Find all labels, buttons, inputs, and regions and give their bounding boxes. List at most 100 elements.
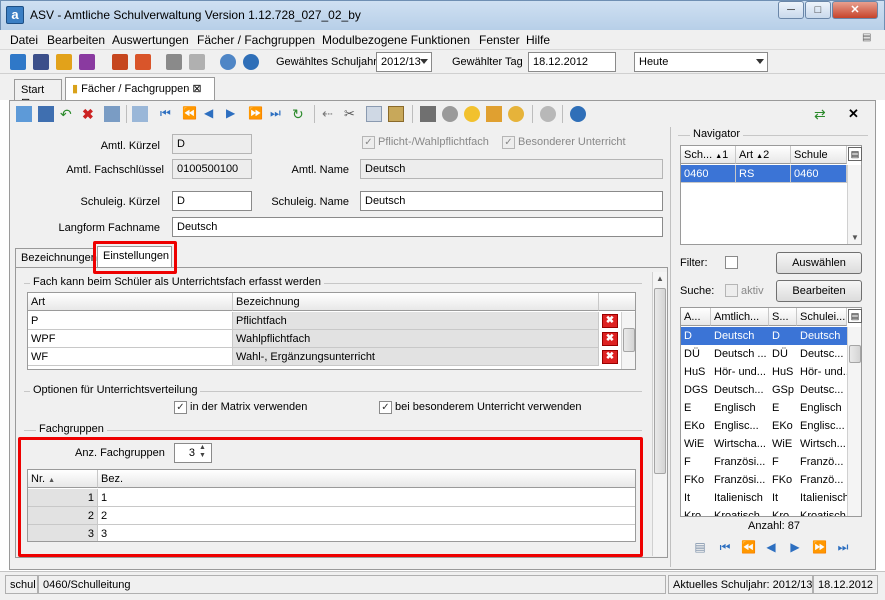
column-chooser-icon[interactable]: ▤	[848, 309, 862, 323]
copy-data-icon[interactable]	[166, 54, 182, 70]
list-cell[interactable]: It	[681, 489, 711, 507]
list-cell[interactable]: Deutsc...	[797, 381, 847, 399]
scroll-thumb[interactable]	[654, 288, 666, 474]
help-icon[interactable]	[570, 106, 586, 122]
list-cell[interactable]: WiE	[681, 435, 711, 453]
scroll-down-icon[interactable]: ▼	[848, 233, 861, 242]
list-cell[interactable]: EKo	[769, 417, 797, 435]
matrix-checkbox[interactable]: ✓	[174, 401, 187, 414]
list-cell[interactable]: D	[681, 327, 711, 345]
table-cell[interactable]: WPF	[28, 330, 233, 348]
first-icon[interactable]: ⏮	[160, 106, 176, 122]
suche-aktiv-checkbox[interactable]	[725, 284, 738, 297]
report-icon[interactable]	[112, 54, 128, 70]
new-icon[interactable]	[16, 106, 32, 122]
list-cell[interactable]: D	[769, 327, 797, 345]
list-cell[interactable]: Italienisch	[711, 489, 769, 507]
fast-forward-icon[interactable]: ⏩	[812, 540, 827, 554]
paste-icon[interactable]	[388, 106, 404, 122]
schuleig-name-input[interactable]: Deutsch	[360, 191, 663, 211]
list-cell[interactable]: Wirtscha...	[711, 435, 769, 453]
list-cell[interactable]: Französi...	[711, 453, 769, 471]
navigator-scrollbar[interactable]: ▼	[847, 165, 861, 244]
list-cell[interactable]: F	[681, 453, 711, 471]
table-cell[interactable]: 0460	[681, 165, 736, 183]
table-cell[interactable]: P	[28, 312, 233, 330]
delete-row-icon[interactable]: ✖	[602, 332, 618, 346]
schuljahr-select[interactable]: 2012/13	[376, 52, 432, 72]
first-icon[interactable]: ⏮	[718, 540, 732, 554]
menu-modulbezogene-funktionen[interactable]: Modulbezogene Funktionen	[322, 33, 470, 47]
next-icon[interactable]: ▶	[226, 106, 242, 122]
auswaehlen-button[interactable]: Auswählen	[776, 252, 862, 274]
refresh-icon[interactable]: ↻	[292, 106, 308, 122]
menu-hilfe[interactable]: Hilfe	[526, 33, 550, 47]
pin-icon[interactable]: ▤	[862, 32, 871, 43]
menu-faecher-fachgruppen[interactable]: Fächer / Fachgruppen	[197, 33, 315, 47]
list-edit-icon[interactable]	[104, 106, 120, 122]
broom-icon[interactable]	[486, 106, 502, 122]
tab-faecher[interactable]: ▮ Fächer / Fachgruppen ⊠	[65, 77, 215, 100]
list-cell[interactable]: Franzö...	[797, 453, 847, 471]
list-cell[interactable]: E	[769, 399, 797, 417]
teachers-icon[interactable]	[56, 54, 72, 70]
class-icon[interactable]	[33, 54, 49, 70]
list-cell[interactable]: It	[769, 489, 797, 507]
fast-forward-icon[interactable]: ⏩	[248, 106, 264, 122]
list-cell[interactable]: Deutsc...	[797, 345, 847, 363]
info-icon[interactable]	[220, 54, 236, 70]
people-icon[interactable]	[10, 54, 26, 70]
fast-back-icon[interactable]: ⏪	[182, 106, 198, 122]
delete-row-icon[interactable]: ✖	[602, 350, 618, 364]
next-icon[interactable]: ▶	[788, 540, 802, 554]
bulb-icon[interactable]	[464, 106, 480, 122]
column-header-schulei[interactable]: Schulei...	[797, 308, 847, 326]
menu-bearbeiten[interactable]: Bearbeiten	[47, 33, 105, 47]
help-icon[interactable]	[243, 54, 259, 70]
list-cell[interactable]: Kroatisch	[797, 507, 847, 516]
close-window-button[interactable]: ✕	[832, 1, 878, 19]
menu-fenster[interactable]: Fenster	[479, 33, 520, 47]
close-icon[interactable]: ⊠	[192, 83, 201, 95]
calendar-icon[interactable]	[189, 54, 205, 70]
scroll-thumb[interactable]	[623, 328, 635, 352]
list-cell[interactable]: Wirtsch...	[797, 435, 847, 453]
table-cell[interactable]: WF	[28, 348, 233, 366]
column-header-a[interactable]: A...	[681, 308, 711, 326]
list-cell[interactable]: Englisch	[711, 399, 769, 417]
fast-back-icon[interactable]: ⏪	[741, 540, 756, 554]
list-cell[interactable]: HuS	[769, 363, 797, 381]
list-cell[interactable]: Deutsch	[797, 327, 847, 345]
save-icon[interactable]	[38, 106, 54, 122]
tab-start[interactable]: Start ⊠	[14, 79, 62, 109]
scroll-up-icon[interactable]: ▲	[653, 274, 667, 283]
list-cell[interactable]: DGS	[681, 381, 711, 399]
list-cell[interactable]: FKo	[769, 471, 797, 489]
column-header-schule[interactable]: Schule	[791, 146, 847, 164]
clock-icon[interactable]	[508, 106, 524, 122]
column-header-art[interactable]: Art ▲2	[736, 146, 791, 164]
list-cell[interactable]: Franzö...	[797, 471, 847, 489]
list-cell[interactable]: Englisc...	[797, 417, 847, 435]
list-cell[interactable]: GSp	[769, 381, 797, 399]
besonderer-unterricht-checkbox[interactable]: ✓	[379, 401, 392, 414]
last-icon[interactable]: ⏭	[270, 106, 286, 122]
column-chooser-icon[interactable]: ▤	[848, 147, 862, 161]
lock-icon[interactable]	[540, 106, 556, 122]
list-cell[interactable]: FKo	[681, 471, 711, 489]
minimize-button[interactable]: ─	[778, 1, 804, 19]
langform-input[interactable]: Deutsch	[172, 217, 663, 237]
book-icon[interactable]	[135, 54, 151, 70]
list-cell[interactable]: Französi...	[711, 471, 769, 489]
list-cell[interactable]: Kro	[769, 507, 797, 516]
bearbeiten-button[interactable]: Bearbeiten	[776, 280, 862, 302]
list-cell[interactable]: WiE	[769, 435, 797, 453]
screen-icon[interactable]	[79, 54, 95, 70]
list-cell[interactable]: F	[769, 453, 797, 471]
delete-icon[interactable]: ✖	[82, 106, 98, 122]
list-cell[interactable]: Hör- und...	[711, 363, 769, 381]
list-cell[interactable]: EKo	[681, 417, 711, 435]
copy-icon[interactable]	[366, 106, 382, 122]
tag-field[interactable]: 18.12.2012	[528, 52, 616, 72]
list-icon[interactable]: ▤	[693, 540, 707, 554]
